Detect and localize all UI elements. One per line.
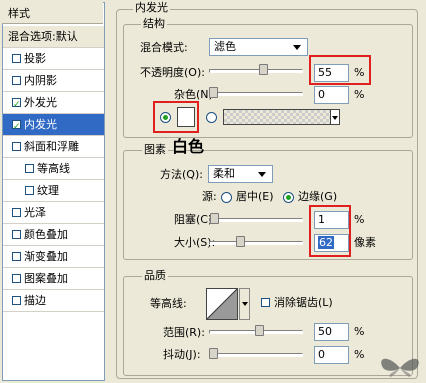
contour-thumbnail[interactable]: [206, 288, 238, 320]
noise-slider-track[interactable]: [209, 92, 303, 96]
style-item-label: 投影: [24, 52, 46, 65]
source-edge-radio[interactable]: [283, 192, 294, 203]
size-slider-track[interactable]: [209, 241, 303, 245]
style-item[interactable]: 等高线: [3, 158, 104, 180]
style-item[interactable]: 纹理: [3, 180, 104, 202]
highlight-box: [309, 205, 351, 257]
chevron-down-icon: [293, 45, 301, 50]
contour-label: 等高线:: [150, 297, 187, 310]
contour-dropdown[interactable]: [239, 288, 250, 320]
gradient-dropdown[interactable]: [330, 109, 340, 125]
style-item-label: 斜面和浮雕: [24, 140, 79, 153]
range-unit: %: [354, 325, 365, 338]
choke-slider-track[interactable]: [209, 218, 303, 222]
size-slider-thumb[interactable]: [236, 236, 245, 247]
style-checkbox[interactable]: [12, 208, 21, 217]
style-item-label: 光泽: [24, 206, 46, 219]
style-checkbox[interactable]: [12, 252, 21, 261]
style-item-label: 内发光: [24, 118, 57, 131]
choke-unit: %: [354, 213, 365, 226]
range-input[interactable]: 50: [314, 323, 349, 341]
source-center-radio[interactable]: [221, 192, 232, 203]
jitter-input[interactable]: 0: [314, 346, 349, 364]
opacity-slider-track[interactable]: [209, 69, 303, 73]
gradient-swatch[interactable]: [223, 109, 331, 125]
style-item[interactable]: 光泽: [3, 202, 104, 224]
style-item[interactable]: 内发光: [3, 114, 104, 138]
style-item[interactable]: 描边: [3, 290, 104, 312]
style-item-label: 颜色叠加: [24, 228, 68, 241]
range-slider-thumb[interactable]: [255, 325, 264, 336]
source-center-label[interactable]: 居中(E): [236, 190, 274, 204]
style-checkbox[interactable]: [12, 296, 21, 305]
size-unit: 像素: [354, 236, 376, 249]
highlight-box: [309, 55, 371, 85]
antialias-label[interactable]: 消除锯齿(L): [274, 296, 333, 310]
style-item[interactable]: 颜色叠加: [3, 224, 104, 246]
elements-title: 图素: [142, 143, 168, 156]
style-item-label: 渐变叠加: [24, 250, 68, 263]
style-item-label: 图案叠加: [24, 272, 68, 285]
noise-unit: %: [354, 88, 365, 101]
opacity-label: 不透明度(O):: [140, 66, 205, 79]
style-item[interactable]: 斜面和浮雕: [3, 136, 104, 158]
source-label: 源:: [202, 190, 217, 203]
panel-title: 内发光: [133, 1, 170, 14]
blend-mode-label: 混合模式:: [140, 41, 188, 54]
contour-curve-icon: [207, 289, 237, 319]
opacity-slider-thumb[interactable]: [259, 64, 268, 75]
style-checkbox[interactable]: [12, 117, 21, 138]
range-label: 范围(R):: [163, 326, 205, 339]
technique-select[interactable]: 柔和: [208, 165, 273, 183]
style-item-label: 描边: [24, 294, 46, 307]
butterfly-watermark-icon: [381, 358, 419, 377]
highlight-box: [153, 101, 199, 133]
blend-options-item[interactable]: 混合选项:默认: [3, 26, 104, 48]
chevron-down-icon: [258, 172, 266, 177]
jitter-unit: %: [354, 348, 365, 361]
style-item-label: 纹理: [37, 184, 59, 197]
source-edge-label[interactable]: 边缘(G): [298, 190, 337, 204]
choke-slider-thumb[interactable]: [210, 213, 219, 224]
style-item-label: 等高线: [37, 162, 70, 175]
jitter-slider-thumb[interactable]: [209, 348, 218, 359]
style-item[interactable]: 投影: [3, 48, 104, 70]
noise-slider-thumb[interactable]: [209, 87, 218, 98]
styles-header: 样式: [2, 2, 103, 24]
technique-label: 方法(Q):: [160, 168, 203, 181]
style-item-label: 内阴影: [24, 74, 57, 87]
style-checkbox[interactable]: [25, 186, 34, 195]
annotation-text: 白色: [172, 137, 205, 156]
style-checkbox[interactable]: [25, 164, 34, 173]
jitter-slider-track[interactable]: [209, 353, 303, 357]
noise-input[interactable]: 0: [314, 86, 349, 104]
style-checkbox[interactable]: [12, 95, 21, 116]
gradient-radio[interactable]: [206, 112, 217, 123]
style-checkbox[interactable]: [12, 142, 21, 151]
style-item-label: 外发光: [24, 96, 57, 109]
jitter-label: 抖动(J):: [163, 348, 201, 361]
chevron-down-icon: [332, 116, 338, 120]
quality-title: 品质: [142, 269, 168, 282]
style-checkbox[interactable]: [12, 76, 21, 85]
chevron-down-icon: [242, 302, 248, 306]
style-checkbox[interactable]: [12, 230, 21, 239]
blend-mode-select[interactable]: 滤色: [209, 38, 308, 56]
style-checkbox[interactable]: [12, 54, 21, 63]
style-item[interactable]: 内阴影: [3, 70, 104, 92]
style-item[interactable]: 外发光: [3, 92, 104, 116]
style-checkbox[interactable]: [12, 274, 21, 283]
style-item[interactable]: 渐变叠加: [3, 246, 104, 268]
style-item[interactable]: 图案叠加: [3, 268, 104, 290]
antialias-checkbox[interactable]: [261, 296, 273, 309]
structure-title: 结构: [141, 17, 167, 30]
